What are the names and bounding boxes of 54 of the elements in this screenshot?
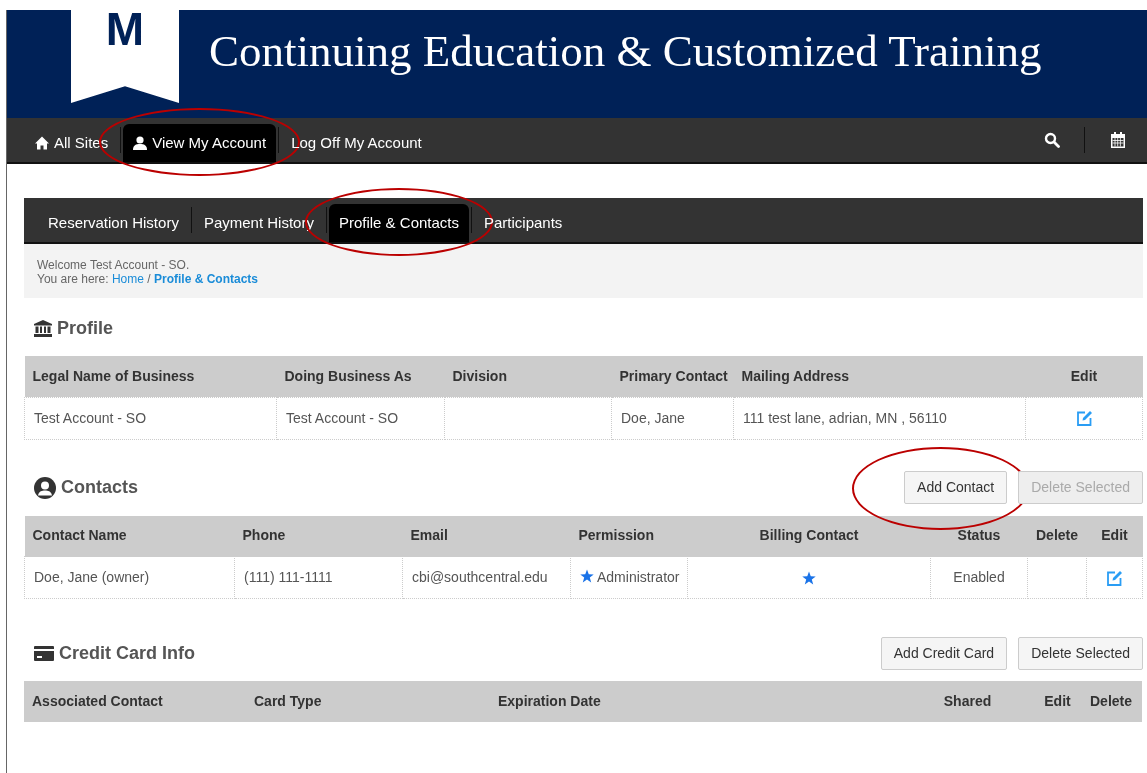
welcome-text: Welcome Test Account - SO. [37, 258, 191, 272]
bank-icon [34, 319, 52, 337]
tab[interactable]: Reservation History [38, 204, 189, 242]
user-icon [133, 136, 148, 150]
table-cell: Test Account - SO [24, 397, 277, 439]
calendar-icon[interactable] [1111, 132, 1125, 148]
home-icon [35, 136, 49, 150]
section-title: Credit Card Info [59, 641, 195, 665]
site-title: Continuing Education & Customized Training [209, 25, 1042, 78]
column-header: Shared [900, 681, 1035, 722]
column-header: Primary Contact [611, 356, 734, 397]
action-button[interactable]: Delete Selected [1018, 636, 1143, 670]
user-icon [34, 476, 56, 499]
star-icon [802, 571, 816, 586]
table-cell: Test Account - SO [276, 397, 445, 439]
column-header: Contact Name [24, 515, 235, 557]
column-header: Mailing Address [733, 356, 1026, 397]
column-header: Delete [1027, 515, 1087, 557]
tab[interactable]: Profile & Contacts [328, 204, 469, 242]
table-cell: Doe, Jane (owner) [24, 556, 235, 599]
column-header: Division [444, 356, 612, 397]
column-header: Edit [1086, 515, 1143, 557]
column-header: Delete [1080, 681, 1142, 722]
action-button[interactable]: Add Contact [904, 471, 1008, 504]
nav-link[interactable]: View My Account [123, 124, 277, 162]
column-header: Status [930, 515, 1028, 557]
logo-letter: M [105, 6, 145, 57]
column-header: Expiration Date [490, 681, 900, 722]
column-header: Legal Name of Business [24, 356, 277, 397]
column-header: Email [402, 515, 571, 557]
table-cell: 111 test lane, adrian, MN , 56110 [733, 397, 1026, 439]
column-header: Associated Contact [24, 681, 246, 722]
search-icon[interactable] [1044, 132, 1060, 148]
column-header: Doing Business As [276, 356, 445, 397]
table-cell: Enabled [930, 556, 1028, 599]
star-icon [580, 569, 594, 583]
edit-icon[interactable] [1075, 410, 1093, 428]
column-header: Phone [234, 515, 403, 557]
table-cell: cbi@southcentral.edu [402, 556, 571, 599]
column-header: Permission [570, 515, 688, 557]
column-header: Edit [1035, 681, 1080, 722]
column-header: Card Type [246, 681, 490, 722]
action-button[interactable]: Add Credit Card [880, 636, 1008, 670]
credit-card-icon [34, 645, 54, 661]
section-title: Contacts [61, 476, 138, 499]
table-cell: (111) 111-1111 [234, 556, 403, 599]
section-title: Profile [57, 316, 113, 340]
table-cell: Doe, Jane [611, 397, 734, 439]
breadcrumb-separator: / [146, 272, 152, 286]
column-header: Edit [1025, 356, 1143, 397]
breadcrumb-label: You are here: [37, 272, 110, 286]
edit-icon[interactable] [1106, 569, 1123, 587]
column-header: Billing Contact [687, 515, 931, 557]
permission-text: Administrator [597, 569, 680, 585]
